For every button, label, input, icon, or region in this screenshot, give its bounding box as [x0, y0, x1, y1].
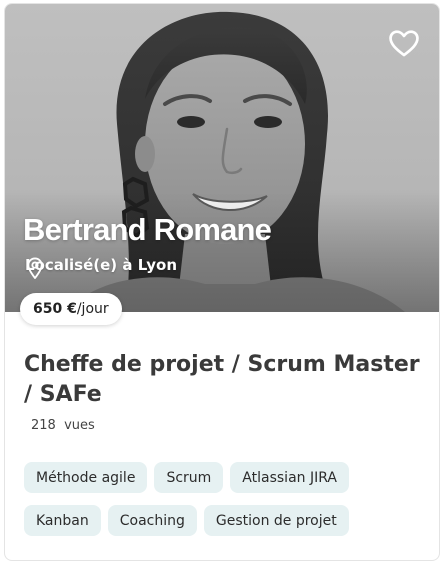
skill-tag[interactable]: Scrum [154, 462, 224, 493]
daily-rate-badge: 650 € /jour [20, 293, 122, 325]
skill-tag[interactable]: Atlassian JIRA [230, 462, 349, 493]
job-title[interactable]: Cheffe de projet / Scrum Master / SAFe [24, 350, 424, 410]
rate-unit: /jour [76, 301, 109, 317]
views-label: vues [64, 418, 95, 433]
view-count: 218 vues [31, 418, 95, 433]
skill-tag[interactable]: Kanban [24, 505, 101, 536]
rate-amount: 650 € [33, 301, 77, 317]
location-text: Localisé(e) à Lyon [25, 256, 178, 274]
favorite-heart-icon[interactable] [387, 26, 421, 60]
map-pin-icon [27, 257, 43, 279]
skill-tag[interactable]: Gestion de projet [203, 505, 349, 536]
location: Localisé(e) à Lyon [25, 256, 178, 279]
freelancer-name[interactable]: Bertrand Romane [23, 212, 272, 248]
profile-photo: Bertrand Romane Localisé(e) à Lyon [5, 4, 439, 312]
skill-tag[interactable]: Coaching [107, 505, 197, 536]
skill-tags: Méthode agile Scrum Atlassian JIRA Kanba… [24, 462, 424, 536]
views-number: 218 [31, 418, 56, 433]
skill-tag[interactable]: Méthode agile [24, 462, 148, 493]
freelancer-card[interactable]: Bertrand Romane Localisé(e) à Lyon 650 €… [4, 3, 440, 561]
